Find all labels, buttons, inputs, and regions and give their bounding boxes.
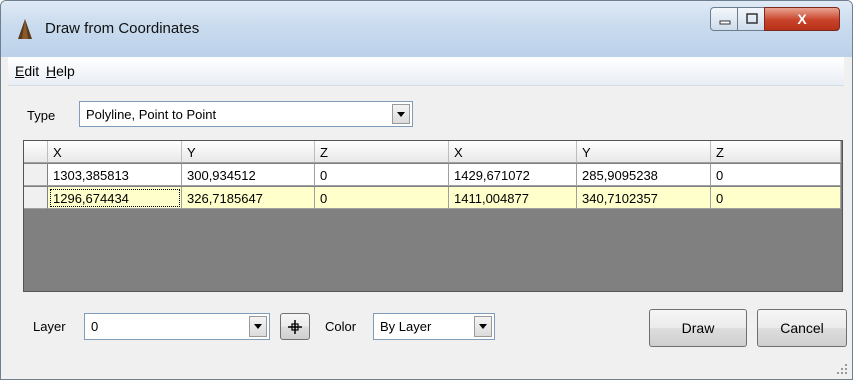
crosshair-icon bbox=[288, 319, 302, 334]
row-selector[interactable] bbox=[24, 164, 48, 186]
resize-grip-icon[interactable] bbox=[836, 363, 848, 375]
cell-z1[interactable]: 0 bbox=[315, 187, 449, 209]
column-header-z2[interactable]: Z bbox=[711, 141, 841, 163]
close-button[interactable]: X bbox=[764, 7, 840, 31]
cell-y1[interactable]: 326,7185647 bbox=[182, 187, 315, 209]
cell-x2[interactable]: 1429,671072 bbox=[449, 164, 577, 186]
type-dropdown-button[interactable] bbox=[392, 104, 410, 124]
type-select[interactable]: Polyline, Point to Point bbox=[79, 101, 413, 127]
draw-button[interactable]: Draw bbox=[649, 309, 747, 347]
column-header-z1[interactable]: Z bbox=[315, 141, 449, 163]
color-label: Color bbox=[325, 319, 357, 334]
menu-edit[interactable]: Edit bbox=[15, 63, 39, 79]
menu-help[interactable]: Help bbox=[46, 63, 75, 79]
color-dropdown-button[interactable] bbox=[474, 316, 492, 337]
dialog-window: Draw from Coordinates X Edit Help Type P… bbox=[0, 0, 853, 380]
layer-label: Layer bbox=[33, 319, 66, 334]
chevron-down-icon bbox=[397, 111, 405, 117]
cell-z1[interactable]: 0 bbox=[315, 164, 449, 186]
column-header-y2[interactable]: Y bbox=[577, 141, 711, 163]
cell-z2[interactable]: 0 bbox=[711, 187, 841, 209]
coordinates-grid[interactable]: X Y Z X Y Z 1303,385813 300,934512 0 142… bbox=[23, 140, 843, 292]
color-select[interactable]: By Layer bbox=[373, 313, 495, 340]
cell-y2[interactable]: 340,7102357 bbox=[577, 187, 711, 209]
column-header-x2[interactable]: X bbox=[449, 141, 577, 163]
type-select-value: Polyline, Point to Point bbox=[86, 107, 217, 122]
title-bar[interactable]: Draw from Coordinates X bbox=[1, 1, 852, 57]
cancel-button[interactable]: Cancel bbox=[757, 309, 847, 347]
window-title: Draw from Coordinates bbox=[45, 20, 200, 37]
maximize-button[interactable] bbox=[737, 7, 765, 31]
app-cone-icon bbox=[18, 19, 32, 39]
menu-bar: Edit Help bbox=[8, 57, 844, 86]
maximize-icon bbox=[746, 13, 758, 24]
color-select-value: By Layer bbox=[380, 319, 432, 334]
minimize-button[interactable] bbox=[710, 7, 738, 31]
cell-y2[interactable]: 285,9095238 bbox=[577, 164, 711, 186]
layer-dropdown-button[interactable] bbox=[249, 316, 267, 337]
cell-z2[interactable]: 0 bbox=[711, 164, 841, 186]
pick-layer-button[interactable] bbox=[280, 313, 310, 340]
cell-x2[interactable]: 1411,004877 bbox=[449, 187, 577, 209]
type-label: Type bbox=[27, 108, 56, 123]
close-icon: X bbox=[797, 11, 807, 27]
column-header-x1[interactable]: X bbox=[48, 141, 182, 163]
row-header-corner bbox=[24, 141, 48, 163]
cell-y1[interactable]: 300,934512 bbox=[182, 164, 315, 186]
layer-select-value: 0 bbox=[91, 319, 99, 334]
chevron-down-icon bbox=[254, 324, 262, 329]
row-selector[interactable] bbox=[24, 187, 48, 209]
chevron-down-icon bbox=[479, 324, 487, 329]
cell-x1[interactable]: 1296,674434 bbox=[48, 187, 182, 209]
column-header-y1[interactable]: Y bbox=[182, 141, 315, 163]
minimize-icon bbox=[719, 20, 731, 25]
cell-x1[interactable]: 1303,385813 bbox=[48, 164, 182, 186]
layer-select[interactable]: 0 bbox=[84, 313, 270, 340]
